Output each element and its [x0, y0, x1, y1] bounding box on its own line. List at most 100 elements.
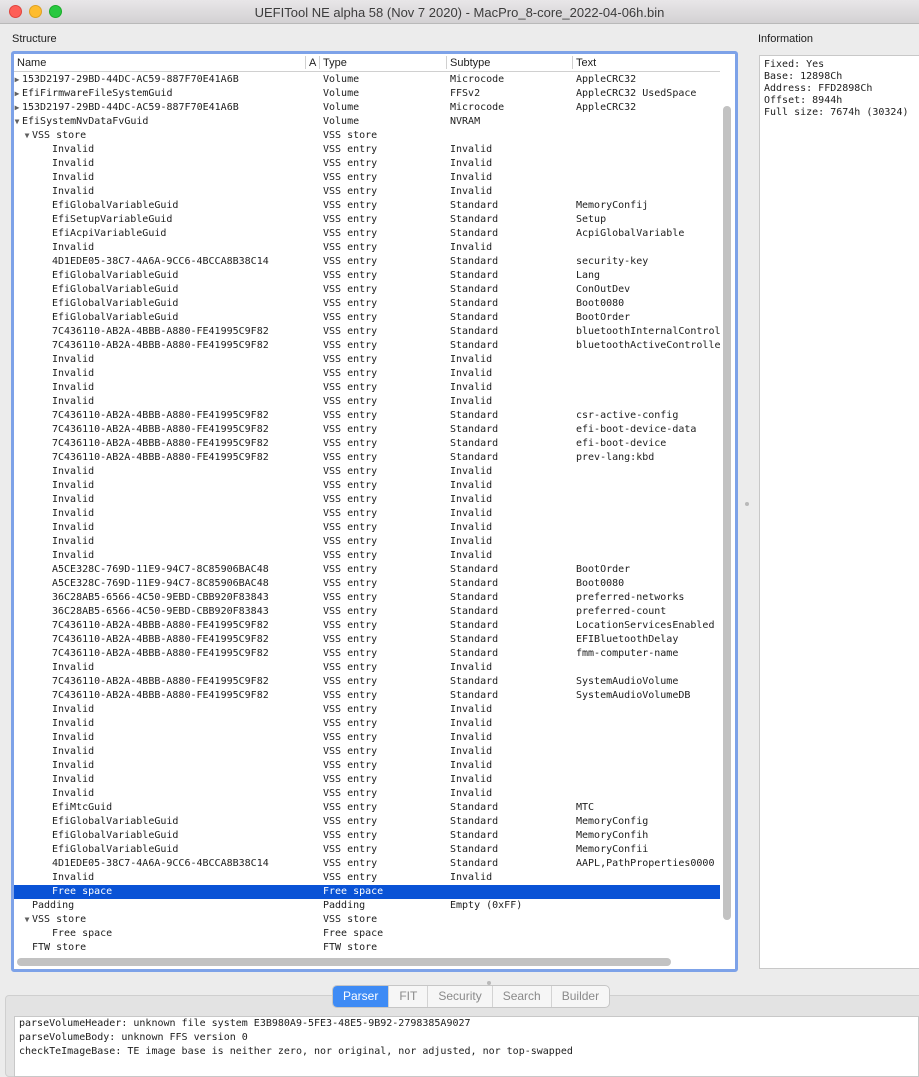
tree-row[interactable]: Invalid VSS entry Invalid — [14, 731, 720, 745]
tree-cell-name-text: 7C436110-AB2A-4BBB-A880-FE41995C9F82 — [52, 438, 269, 449]
tab-fit[interactable]: FIT — [389, 986, 429, 1007]
horizontal-scrollbar-thumb[interactable] — [17, 958, 671, 966]
tab-builder[interactable]: Builder — [552, 986, 609, 1007]
tree-row[interactable]: 4D1EDE05-38C7-4A6A-9CC6-4BCCA8B38C14 VSS … — [14, 255, 720, 269]
column-separator[interactable] — [319, 56, 320, 69]
tree-row[interactable]: Invalid VSS entry Invalid — [14, 745, 720, 759]
tree-row[interactable]: EfiGlobalVariableGuid VSS entry Standard Co… — [14, 283, 720, 297]
tree-row[interactable]: 7C436110-AB2A-4BBB-A880-FE41995C9F82 VSS … — [14, 689, 720, 703]
tree-row[interactable]: Invalid VSS entry Invalid — [14, 759, 720, 773]
tree-row[interactable]: ▶ 153D2197-29BD-44DC-AC59-887F70E41A6B Vol… — [14, 101, 720, 115]
column-separator[interactable] — [305, 56, 306, 69]
tree-row[interactable]: ▼ EfiSystemNvDataFvGuid Volume NVRAM — [14, 115, 720, 129]
tree-cell-name: 7C436110-AB2A-4BBB-A880-FE41995C9F82 — [14, 675, 304, 689]
message-line[interactable]: parseVolumeHeader: unknown file system E… — [15, 1017, 918, 1031]
tree-row[interactable]: Padding Padding Empty (0xFF) — [14, 899, 720, 913]
column-header-text[interactable]: Text — [576, 57, 596, 69]
tree-row[interactable]: ▼ VSS store VSS store — [14, 129, 720, 143]
tree-row[interactable]: Invalid VSS entry Invalid — [14, 367, 720, 381]
tree-row[interactable]: Invalid VSS entry Invalid — [14, 353, 720, 367]
tree-row[interactable]: Invalid VSS entry Invalid — [14, 717, 720, 731]
tree-cell-type: Padding — [323, 900, 366, 911]
expand-arrow-icon[interactable]: ▶ — [14, 87, 22, 101]
column-header-name[interactable]: Name — [17, 57, 46, 69]
tree-row[interactable]: A5CE328C-769D-11E9-94C7-8C85906BAC48 VSS … — [14, 577, 720, 591]
tree-row[interactable]: EfiMtcGuid VSS entry Standard MTC — [14, 801, 720, 815]
tree-row[interactable]: Free space Free space — [14, 927, 720, 941]
tab-security[interactable]: Security — [428, 986, 493, 1007]
tree-row[interactable]: EfiSetupVariableGuid VSS entry Standard Set… — [14, 213, 720, 227]
tree-row[interactable]: EfiGlobalVariableGuid VSS entry Standard Me… — [14, 199, 720, 213]
tree-row[interactable]: EfiAcpiVariableGuid VSS entry Standard Acpi… — [14, 227, 720, 241]
expand-arrow-icon[interactable]: ▶ — [14, 101, 22, 115]
information-panel[interactable]: Fixed: Yes Base: 12898Ch Address: FFD2898C… — [759, 55, 919, 969]
message-line[interactable]: parseVolumeBody: unknown FFS version 0 — [15, 1031, 918, 1045]
collapse-arrow-icon[interactable]: ▼ — [22, 129, 32, 143]
tree-row[interactable]: Invalid VSS entry Invalid — [14, 493, 720, 507]
vertical-scrollbar-thumb[interactable] — [723, 106, 731, 920]
tab-search[interactable]: Search — [493, 986, 552, 1007]
column-separator[interactable] — [446, 56, 447, 69]
tree-row[interactable]: 4D1EDE05-38C7-4A6A-9CC6-4BCCA8B38C14 VSS … — [14, 857, 720, 871]
tree-row[interactable]: 36C28AB5-6566-4C50-9EBD-CBB920F83843 VSS … — [14, 591, 720, 605]
tree-row[interactable]: 7C436110-AB2A-4BBB-A880-FE41995C9F82 VSS … — [14, 647, 720, 661]
column-header-type[interactable]: Type — [323, 57, 347, 69]
tree-row[interactable]: Invalid VSS entry Invalid — [14, 661, 720, 675]
tree-row[interactable]: 7C436110-AB2A-4BBB-A880-FE41995C9F82 VSS … — [14, 619, 720, 633]
tree-row[interactable]: EfiGlobalVariableGuid VSS entry Standard Bo… — [14, 311, 720, 325]
expand-arrow-icon[interactable]: ▶ — [14, 73, 22, 87]
tree-row[interactable]: ▼ VSS store VSS store — [14, 913, 720, 927]
tree-cell-text: AcpiGlobalVariable — [576, 228, 685, 239]
tree-row[interactable]: Free space Free space — [14, 885, 720, 899]
tree-row[interactable]: A5CE328C-769D-11E9-94C7-8C85906BAC48 VSS … — [14, 563, 720, 577]
column-separator[interactable] — [572, 56, 573, 69]
tree-cell-name: Invalid — [14, 549, 304, 563]
tree-row[interactable]: 7C436110-AB2A-4BBB-A880-FE41995C9F82 VSS … — [14, 633, 720, 647]
vertical-splitter-handle[interactable] — [745, 502, 749, 506]
message-line[interactable]: checkTeImageBase: TE image base is neith… — [15, 1045, 918, 1059]
column-header-subtype[interactable]: Subtype — [450, 57, 490, 69]
tree-row[interactable]: Invalid VSS entry Invalid — [14, 465, 720, 479]
tree-row[interactable]: Invalid VSS entry Invalid — [14, 549, 720, 563]
tree-row[interactable]: EfiGlobalVariableGuid VSS entry Standard Me… — [14, 829, 720, 843]
tree-row[interactable]: Invalid VSS entry Invalid — [14, 871, 720, 885]
tree-row[interactable]: Invalid VSS entry Invalid — [14, 773, 720, 787]
tree-row[interactable]: EfiGlobalVariableGuid VSS entry Standard Me… — [14, 815, 720, 829]
tree-row[interactable]: 7C436110-AB2A-4BBB-A880-FE41995C9F82 VSS … — [14, 675, 720, 689]
tree-row[interactable]: Invalid VSS entry Invalid — [14, 521, 720, 535]
messages-list[interactable]: parseVolumeHeader: unknown file system E… — [14, 1016, 919, 1077]
tree-row[interactable]: Invalid VSS entry Invalid — [14, 395, 720, 409]
tree-row[interactable]: Invalid VSS entry Invalid — [14, 535, 720, 549]
tree-row[interactable]: Invalid VSS entry Invalid — [14, 507, 720, 521]
collapse-arrow-icon[interactable]: ▼ — [22, 913, 32, 927]
tree-cell-type: VSS entry — [323, 690, 378, 701]
tree-row[interactable]: 7C436110-AB2A-4BBB-A880-FE41995C9F82 VSS … — [14, 451, 720, 465]
tree-row[interactable]: EfiGlobalVariableGuid VSS entry Standard Me… — [14, 843, 720, 857]
tree-row[interactable]: 7C436110-AB2A-4BBB-A880-FE41995C9F82 VSS … — [14, 409, 720, 423]
tree-row[interactable]: Invalid VSS entry Invalid — [14, 157, 720, 171]
tree-row[interactable]: Invalid VSS entry Invalid — [14, 787, 720, 801]
tree-row[interactable]: Invalid VSS entry Invalid — [14, 381, 720, 395]
tree-cell-name-text: Invalid — [52, 494, 95, 505]
tree-row[interactable]: ▶ 153D2197-29BD-44DC-AC59-887F70E41A6B Vol… — [14, 73, 720, 87]
tree-row[interactable]: FTW store FTW store — [14, 941, 720, 955]
structure-tree[interactable]: Name A Type Subtype Text ▶ 153D2197-29BD-… — [11, 51, 738, 972]
tree-row[interactable]: Invalid VSS entry Invalid — [14, 703, 720, 717]
tree-row[interactable]: 36C28AB5-6566-4C50-9EBD-CBB920F83843 VSS … — [14, 605, 720, 619]
tree-row[interactable]: Invalid VSS entry Invalid — [14, 171, 720, 185]
tree-row[interactable]: ▶ EfiFirmwareFileSystemGuid Volume FFSv2 App… — [14, 87, 720, 101]
tree-row[interactable]: 7C436110-AB2A-4BBB-A880-FE41995C9F82 VSS … — [14, 423, 720, 437]
tree-row[interactable]: EfiGlobalVariableGuid VSS entry Standard Bo… — [14, 297, 720, 311]
tree-row[interactable]: Invalid VSS entry Invalid — [14, 479, 720, 493]
tab-parser[interactable]: Parser — [333, 986, 390, 1007]
tree-cell-text: MemoryConfig — [576, 816, 649, 827]
collapse-arrow-icon[interactable]: ▼ — [14, 115, 22, 129]
tree-row[interactable]: EfiGlobalVariableGuid VSS entry Standard La… — [14, 269, 720, 283]
tree-row[interactable]: Invalid VSS entry Invalid — [14, 185, 720, 199]
tree-row[interactable]: 7C436110-AB2A-4BBB-A880-FE41995C9F82 VSS … — [14, 339, 720, 353]
tree-row[interactable]: 7C436110-AB2A-4BBB-A880-FE41995C9F82 VSS … — [14, 325, 720, 339]
column-header-a[interactable]: A — [309, 57, 316, 69]
tree-row[interactable]: 7C436110-AB2A-4BBB-A880-FE41995C9F82 VSS … — [14, 437, 720, 451]
tree-row[interactable]: Invalid VSS entry Invalid — [14, 143, 720, 157]
tree-row[interactable]: Invalid VSS entry Invalid — [14, 241, 720, 255]
